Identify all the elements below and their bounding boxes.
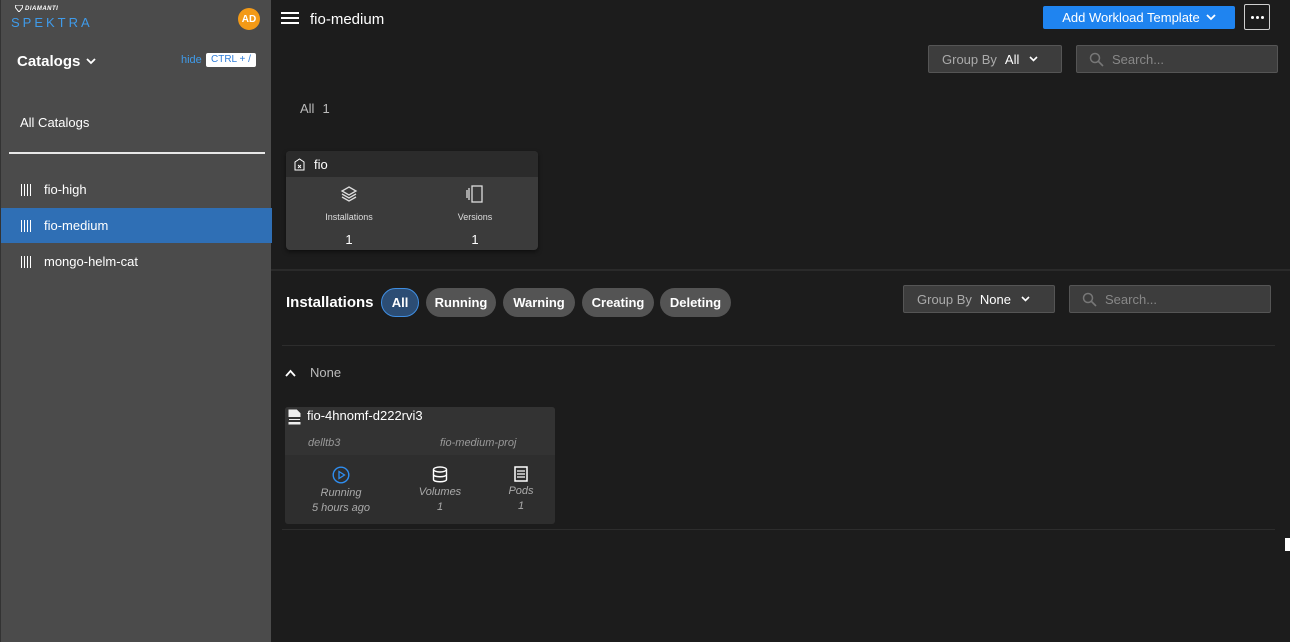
filter-deleting[interactable]: Deleting [660,288,731,317]
installations-group-by-select[interactable]: Group By None [903,285,1055,313]
status-label: Running [320,487,362,499]
volumes-count: 1 [436,501,444,513]
layers-icon [340,186,358,202]
avatar[interactable]: AD [238,8,260,30]
catalog-group-by-select[interactable]: Group By All [928,45,1062,73]
versions-count: 1 [471,232,479,247]
installations-search-input[interactable]: Search... [1069,285,1271,313]
chevron-up-icon [285,369,296,377]
app: DIAMANTI SPEKTRA AD Catalogs hide CTRL +… [0,0,1290,642]
volumes-label: Volumes [418,486,462,498]
summary-label: All [300,101,315,116]
catalog-card-header: fio [286,151,538,177]
catalog-summary: All 1 [300,101,330,116]
section-divider [271,269,1290,271]
installation-card[interactable]: fio-4hnomf-d222rvi3 delltb3 fio-medium-p… [285,407,555,524]
catalog-icon [21,255,33,268]
more-options-button[interactable] [1244,4,1270,30]
versions-icon [466,185,483,203]
add-workload-template-button[interactable]: Add Workload Template [1043,6,1235,29]
search-placeholder: Search... [1105,291,1158,307]
page-title: fio-medium [310,11,385,28]
search-icon [1089,52,1104,67]
installation-cluster: delltb3 [308,437,341,449]
sidebar-divider [9,152,265,154]
group-by-label: Group By [917,291,972,307]
pods-label: Pods [508,485,534,497]
catalog-search-input[interactable]: Search... [1076,45,1278,73]
versions-label: Versions [457,212,493,222]
filter-all[interactable]: All [381,288,419,317]
pods-column: Pods 1 [500,466,542,514]
spektra-logo[interactable]: DIAMANTI SPEKTRA [11,5,93,32]
catalog-card-name: fio [314,156,328,172]
diamond-logo-icon [15,5,23,12]
chevron-down-icon [1206,14,1216,21]
status-time: 5 hours ago [311,502,371,514]
volumes-column: Volumes 1 [410,466,470,515]
group-by-value: None [979,291,1011,307]
installation-project: fio-medium-proj [440,437,517,449]
shortcut-badge: CTRL + / [206,53,256,67]
add-workload-template-label: Add Workload Template [1062,10,1200,25]
chevron-down-icon [1021,296,1030,302]
filter-warning[interactable]: Warning [503,288,575,317]
sidebar: DIAMANTI SPEKTRA AD Catalogs hide CTRL +… [0,0,272,642]
catalog-icon [21,183,33,196]
hide-sidebar-link[interactable]: hide [181,54,202,66]
all-catalogs-link[interactable]: All Catalogs [20,115,89,130]
package-icon [294,157,305,170]
summary-count: 1 [322,101,330,116]
search-placeholder: Search... [1112,51,1165,67]
versions-stat: Versions 1 [412,185,538,247]
yaml-file-icon [287,408,302,426]
scroll-indicator[interactable] [1285,538,1290,551]
group-by-label: Group By [942,51,997,67]
sidebar-item-fio-medium[interactable]: fio-medium [1,208,272,243]
sidebar-item-label: fio-medium [44,218,109,233]
search-icon [1082,292,1097,307]
filter-running[interactable]: Running [426,288,496,317]
sidebar-item-mongo-helm-cat[interactable]: mongo-helm-cat [1,244,272,279]
sidebar-item-label: fio-high [44,182,87,197]
installations-title: Installations [286,294,374,311]
installations-label: Installations [325,212,373,222]
group-header-toggle[interactable]: None [285,365,341,380]
group-by-value: All [1004,51,1020,67]
logo-product: SPEKTRA [11,15,93,30]
sidebar-item-label: mongo-helm-cat [44,254,138,269]
pods-count: 1 [517,500,525,512]
divider-line [282,529,1275,530]
catalogs-title: Catalogs [17,53,81,70]
filter-creating[interactable]: Creating [582,288,654,317]
catalog-card-fio[interactable]: fio Installations 1 Versions 1 [286,151,538,250]
catalog-icon [21,219,33,232]
installation-name: fio-4hnomf-d222rvi3 [307,408,423,423]
chevron-down-icon [1029,56,1038,62]
status-column: Running 5 hours ago [305,466,377,516]
group-name: None [310,365,342,380]
sidebar-item-fio-high[interactable]: fio-high [1,172,272,207]
divider-line [282,345,1275,346]
logo-company: DIAMANTI [25,6,59,12]
menu-icon[interactable] [281,12,299,26]
installations-count: 1 [345,232,353,247]
server-icon [514,466,528,482]
database-icon [432,466,448,483]
more-dots-icon [1250,15,1254,19]
catalogs-dropdown[interactable]: Catalogs [17,53,96,70]
chevron-down-icon [86,58,96,65]
installations-stat: Installations 1 [286,185,412,247]
play-circle-icon [332,466,350,484]
